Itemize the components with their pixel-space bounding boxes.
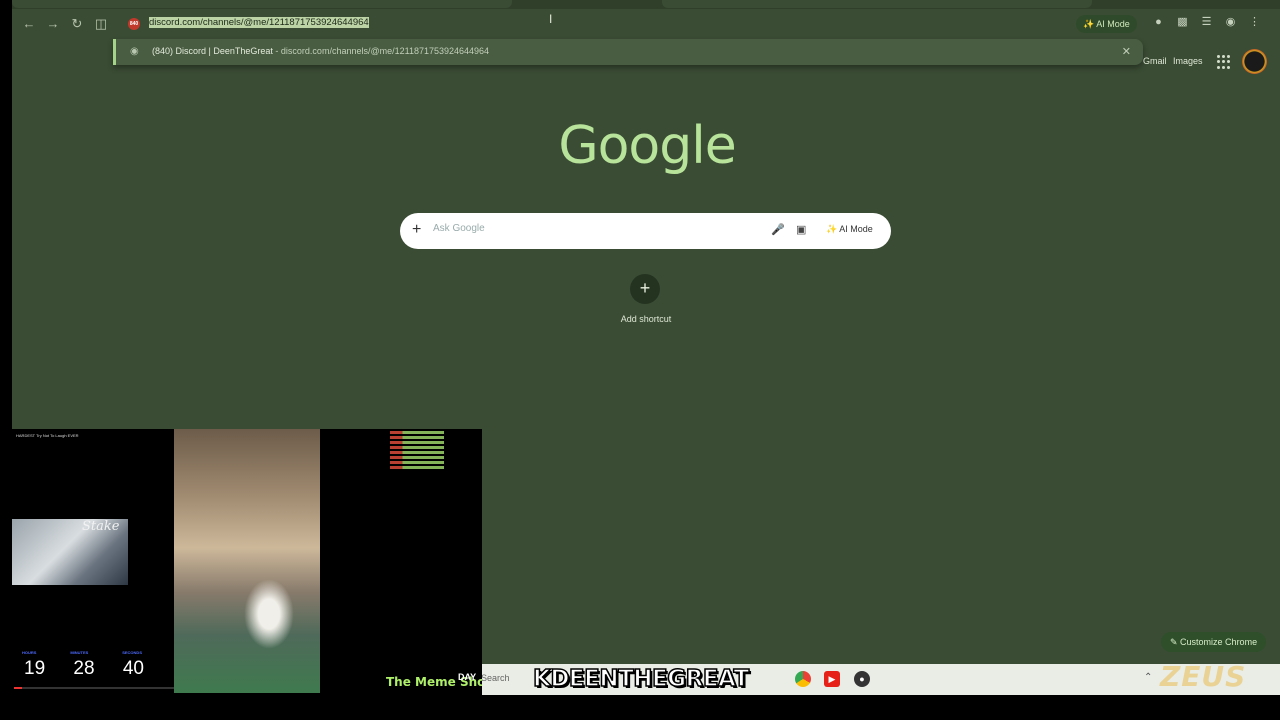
plus-icon[interactable]: +: [412, 221, 421, 239]
url-selection: discord.com/channels/@me/121187175392464…: [149, 17, 369, 28]
channel-name-overlay: KDEENTHEGREAT: [532, 665, 750, 693]
ai-mode-chip-label: AI Mode: [1096, 19, 1130, 29]
tab-strip: [12, 0, 1280, 9]
reload-icon[interactable]: ↻: [68, 15, 86, 33]
forward-icon[interactable]: →: [44, 15, 62, 33]
tab[interactable]: [662, 0, 1092, 8]
menu-icon[interactable]: ⋮: [1248, 16, 1261, 29]
url-text[interactable]: discord.com/channels/@me/121187175392464…: [149, 17, 369, 28]
tab-search-icon[interactable]: ☰: [1200, 16, 1213, 29]
gym-video: [174, 429, 320, 693]
add-shortcut-label: Add shortcut: [620, 314, 672, 324]
globe-icon: ◉: [130, 46, 139, 57]
add-shortcut-button[interactable]: +: [630, 274, 660, 304]
extension-icons: ● ▩ ☰ ◉ ⋮: [1152, 16, 1261, 32]
customize-chrome-button[interactable]: ✎ Customize Chrome: [1161, 632, 1267, 652]
timer-hours: 19: [24, 658, 46, 679]
close-icon[interactable]: ✕: [1122, 45, 1131, 58]
chevron-up-icon[interactable]: ⌃: [1144, 672, 1152, 683]
ai-mode-button-label: AI Mode: [839, 224, 873, 234]
address-bar[interactable]: 840 discord.com/channels/@me/12118717539…: [124, 13, 1144, 37]
chat-feed: [390, 431, 480, 471]
timer-seconds: 40: [122, 658, 144, 679]
day-counter: DAY: [458, 672, 477, 682]
minutes-label: MINUTES: [70, 650, 89, 655]
gmail-link[interactable]: Gmail: [1143, 56, 1167, 66]
omnibox-suggestion[interactable]: ◉ (840) Discord | DeenTheGreat - discord…: [113, 39, 1143, 65]
toolbar: ← → ↻ ◫ 840 discord.com/channels/@me/121…: [12, 9, 1280, 39]
hours-label: HOURS: [22, 650, 37, 655]
profile-icon[interactable]: ◉: [1224, 16, 1237, 29]
app-taskbar-icon[interactable]: ●: [854, 671, 870, 687]
suggestion-url: discord.com/channels/@me/121187175392464…: [280, 46, 490, 56]
tab[interactable]: [12, 0, 512, 8]
stream-overlay: HARDEST Try Not To Laugh EVER Stake HOUR…: [12, 429, 482, 695]
split-view-icon[interactable]: ◫: [92, 15, 110, 33]
suggestion-title: (840) Discord | DeenTheGreat: [152, 46, 273, 56]
customize-chrome-label: Customize Chrome: [1180, 637, 1258, 647]
site-favicon-icon: 840: [128, 18, 140, 30]
chrome-taskbar-icon[interactable]: [795, 671, 811, 687]
google-logo: Google: [558, 116, 736, 176]
webcam-logo: Stake: [82, 519, 120, 534]
back-icon[interactable]: ←: [20, 15, 38, 33]
stream-timer: 19 28 40: [24, 658, 144, 680]
timer-minutes: 28: [73, 658, 95, 679]
timer-labels: HOURS MINUTES SECONDS: [22, 650, 142, 655]
suggestion-separator: -: [275, 46, 279, 56]
video-subject: [244, 579, 294, 649]
suggestion-text: (840) Discord | DeenTheGreat - discord.c…: [152, 46, 489, 56]
puzzle-icon[interactable]: ▩: [1176, 16, 1189, 29]
images-link[interactable]: Images: [1173, 56, 1203, 66]
taskbar-search[interactable]: Search: [481, 673, 510, 683]
seconds-label: SECONDS: [122, 650, 142, 655]
apps-grid-icon[interactable]: [1217, 55, 1231, 69]
webcam-feed: Stake: [12, 519, 128, 585]
taskbar: Search KDEENTHEGREAT ▶ ● ⌃ ZEUS: [481, 660, 1280, 695]
search-box[interactable]: + 🎤 ▣ ✨ AI Mode: [400, 213, 891, 249]
ai-mode-button[interactable]: ✨ AI Mode: [826, 224, 873, 235]
camera-search-icon[interactable]: ▣: [796, 223, 810, 237]
microphone-icon[interactable]: 🎤: [771, 223, 785, 237]
text-cursor-icon: I: [549, 12, 553, 26]
ai-mode-chip[interactable]: ✨ AI Mode: [1076, 15, 1137, 33]
playback-progress[interactable]: [14, 687, 174, 689]
youtube-taskbar-icon[interactable]: ▶: [824, 671, 840, 687]
account-avatar[interactable]: [1242, 49, 1267, 74]
extension-icon[interactable]: ●: [1152, 16, 1165, 29]
search-input[interactable]: [433, 223, 763, 234]
video-title: HARDEST Try Not To Laugh EVER: [16, 433, 79, 438]
zeus-watermark: ZEUS: [1160, 660, 1247, 693]
